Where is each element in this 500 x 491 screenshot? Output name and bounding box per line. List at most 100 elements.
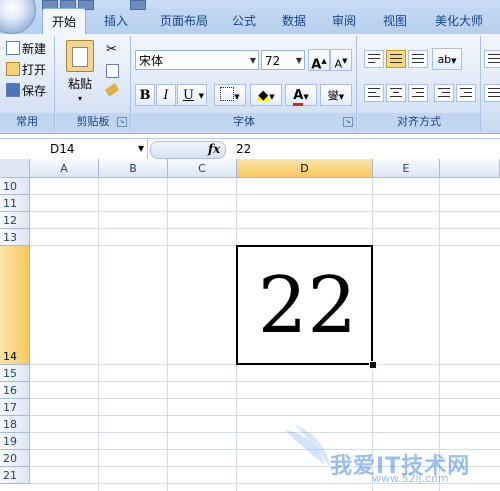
group-font: 宋体 ▼ 72 ▼ A▲ A▼ B I U ▼ ▼ ◆▼ A▼ 燮▼ 字体 ↘ [132,36,357,131]
align-right-button[interactable] [408,84,428,102]
paste-clipboard-icon[interactable] [66,40,94,72]
italic-button[interactable]: I [156,84,176,106]
fill-bucket-icon: ◆ [257,85,270,103]
font-color-button[interactable]: A▼ [285,84,317,106]
chevron-down-icon: ▼ [295,56,302,65]
tab-2[interactable]: 页面布局 [148,8,220,34]
copy-icon[interactable] [106,64,119,78]
align-center-button[interactable] [386,84,406,102]
row-header-17[interactable]: 17 [0,399,30,416]
paste-button[interactable]: 粘贴 [68,74,92,94]
tab-6[interactable]: 视图 [370,8,420,34]
new-button[interactable]: 新建 [6,39,46,59]
group-align: ab▼ 对齐方式 [358,36,481,131]
row-header-12[interactable]: 12 [0,212,30,229]
column-gridline [439,178,440,491]
align-left-button[interactable] [364,84,384,102]
row-header-20[interactable]: 20 [0,450,30,467]
insert-function-icon[interactable]: fx [208,139,220,159]
chevron-down-icon: ▼ [249,56,256,65]
orientation-button[interactable]: ab▼ [432,48,462,70]
chevron-down-icon: ▼ [234,93,240,101]
align-bottom-button[interactable] [408,50,428,68]
column-header-c[interactable]: C [168,159,237,178]
chevron-down-icon: ▼ [198,92,204,100]
row-header-14[interactable]: 14 [0,246,30,365]
open-button[interactable]: 打开 [6,60,46,80]
decrease-indent-button[interactable] [434,84,454,102]
group-label-font: 字体 [132,113,356,131]
cut-icon[interactable]: ✂ [106,42,117,57]
group-overflow [482,36,500,131]
bold-button[interactable]: B [135,84,155,106]
row-header-11[interactable]: 11 [0,195,30,212]
ribbon-tab-strip: 开始 插入 页面布局 公式 数据 审阅 视图 美化大师 [0,0,500,36]
orientation-icon: ab [437,53,452,66]
tab-0[interactable]: 开始 [42,8,86,36]
select-all-corner[interactable] [0,159,30,178]
shrink-font-button[interactable]: A▼ [330,49,352,71]
column-gridline [167,178,168,491]
font-name-select[interactable]: 宋体 ▼ [135,50,259,70]
merge-center-button[interactable] [484,84,500,102]
wrap-text-button[interactable] [484,50,500,68]
row-header-21[interactable]: 21 [0,467,30,484]
tab-4[interactable]: 数据 [270,8,318,34]
group-label-common: 常用 [0,113,54,131]
tab-5[interactable]: 审阅 [322,8,366,34]
column-header-d[interactable]: D [237,159,373,178]
font-color-icon: A [293,89,304,106]
tab-7[interactable]: 美化大师 [424,8,494,34]
increase-indent-button[interactable] [456,84,476,102]
new-label: 新建 [22,42,47,56]
align-top-button[interactable] [364,50,384,68]
new-doc-icon [6,41,20,55]
font-name-value: 宋体 [139,54,164,68]
save-label: 保存 [22,84,47,98]
active-cell[interactable]: 22 [236,245,373,365]
underline-button[interactable]: U ▼ [177,84,207,106]
row-header-18[interactable]: 18 [0,416,30,433]
chevron-down-icon: ▼ [138,144,145,153]
font-launcher-icon[interactable]: ↘ [343,117,353,127]
row-gridline [30,211,500,212]
fill-color-button[interactable]: ◆▼ [250,84,282,106]
font-size-value: 72 [265,54,281,68]
font-size-select[interactable]: 72 ▼ [261,50,305,70]
row-header-15[interactable]: 15 [0,365,30,382]
chevron-down-icon: ▼ [451,57,457,65]
tab-1[interactable]: 插入 [90,8,142,34]
format-painter-icon[interactable] [104,83,120,97]
save-button[interactable]: 保存 [6,81,46,101]
fill-handle[interactable] [369,361,377,369]
grow-font-button[interactable]: A▲ [308,49,330,72]
borders-icon [220,87,235,101]
row-header-13[interactable]: 13 [0,229,30,246]
save-disk-icon [6,83,20,97]
row-header-19[interactable]: 19 [0,433,30,450]
tab-3[interactable]: 公式 [222,8,266,34]
office-button[interactable] [0,0,36,34]
column-gridline [98,178,99,491]
watermark-url: www.52ij.com [372,472,449,485]
align-middle-button[interactable] [386,50,406,68]
column-header-b[interactable]: B [99,159,168,178]
group-label-align: 对齐方式 [358,113,480,131]
column-header-e[interactable]: E [373,159,440,178]
chevron-down-icon: ▼ [303,93,309,101]
column-header-a[interactable]: A [30,159,99,178]
row-gridline [30,432,500,433]
name-box[interactable]: D14 ▼ [0,139,148,159]
column-header-next[interactable] [440,159,500,178]
row-header-10[interactable]: 10 [0,178,30,195]
borders-button[interactable]: ▼ [214,84,246,106]
formula-input[interactable]: 22 [236,139,251,159]
worksheet-grid: ABCDE 10 11 12 13 14 15 16 17 18 19 20 21 22 [0,159,500,491]
clipboard-launcher-icon[interactable]: ↘ [117,117,127,127]
row-gridline [30,228,500,229]
paste-dropdown-icon[interactable]: ▾ [78,94,82,103]
row-header-16[interactable]: 16 [0,382,30,399]
open-folder-icon [6,62,20,76]
row-gridline [30,381,500,382]
phonetic-button[interactable]: 燮▼ [320,84,352,106]
